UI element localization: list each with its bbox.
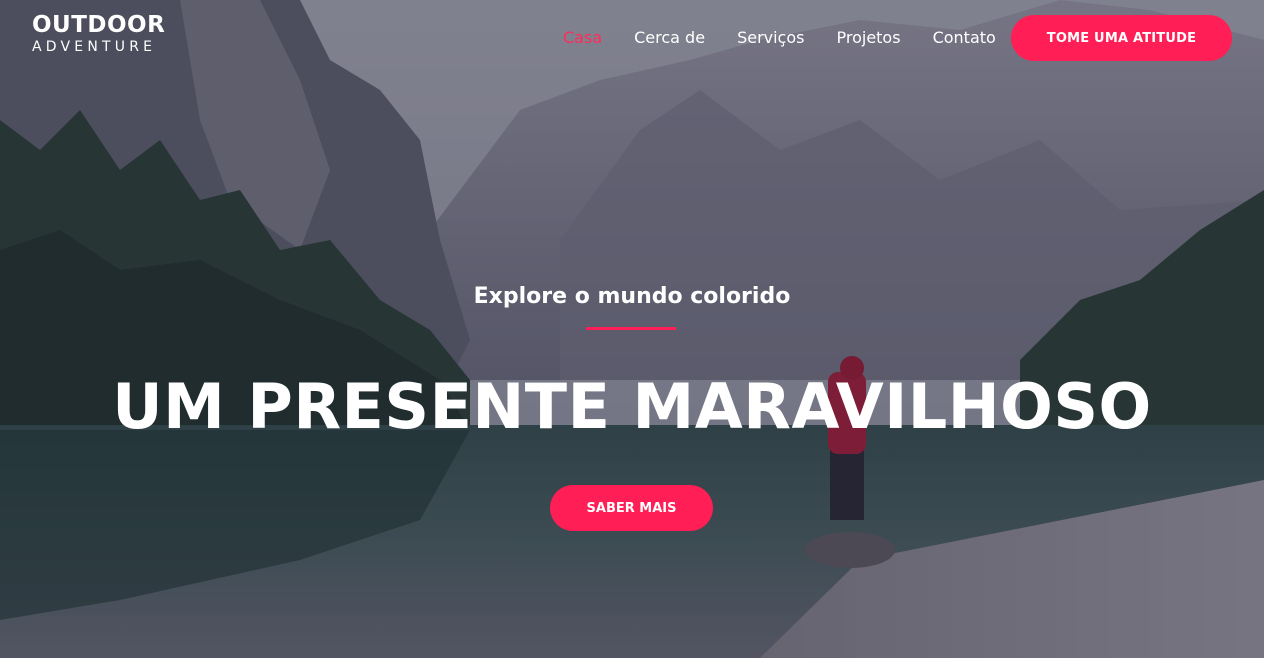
hero-divider: [586, 327, 676, 330]
nav-item-cerca-de[interactable]: Cerca de: [634, 28, 705, 47]
logo-name-top: OUTDOOR: [32, 12, 166, 38]
hero-subtitle: Explore o mundo colorido: [473, 284, 791, 309]
landing-page: OUTDOOR ADVENTURE Casa Cerca de Serviços…: [0, 0, 1264, 658]
site-logo[interactable]: OUTDOOR ADVENTURE: [32, 12, 166, 55]
nav-item-servicos[interactable]: Serviços: [737, 28, 804, 47]
site-header: OUTDOOR ADVENTURE Casa Cerca de Serviços…: [0, 0, 1264, 76]
take-action-button[interactable]: TOME UMA ATITUDE: [1011, 15, 1232, 61]
hero-title: UM PRESENTE MARAVILHOSO: [112, 370, 1152, 443]
learn-more-button[interactable]: SABER MAIS: [550, 485, 713, 531]
logo-name-bottom: ADVENTURE: [32, 39, 157, 55]
nav-item-contato[interactable]: Contato: [933, 28, 996, 47]
main-nav: Casa Cerca de Serviços Projetos Contato: [563, 28, 1028, 47]
nav-item-casa[interactable]: Casa: [563, 28, 602, 47]
nav-item-projetos[interactable]: Projetos: [836, 28, 900, 47]
